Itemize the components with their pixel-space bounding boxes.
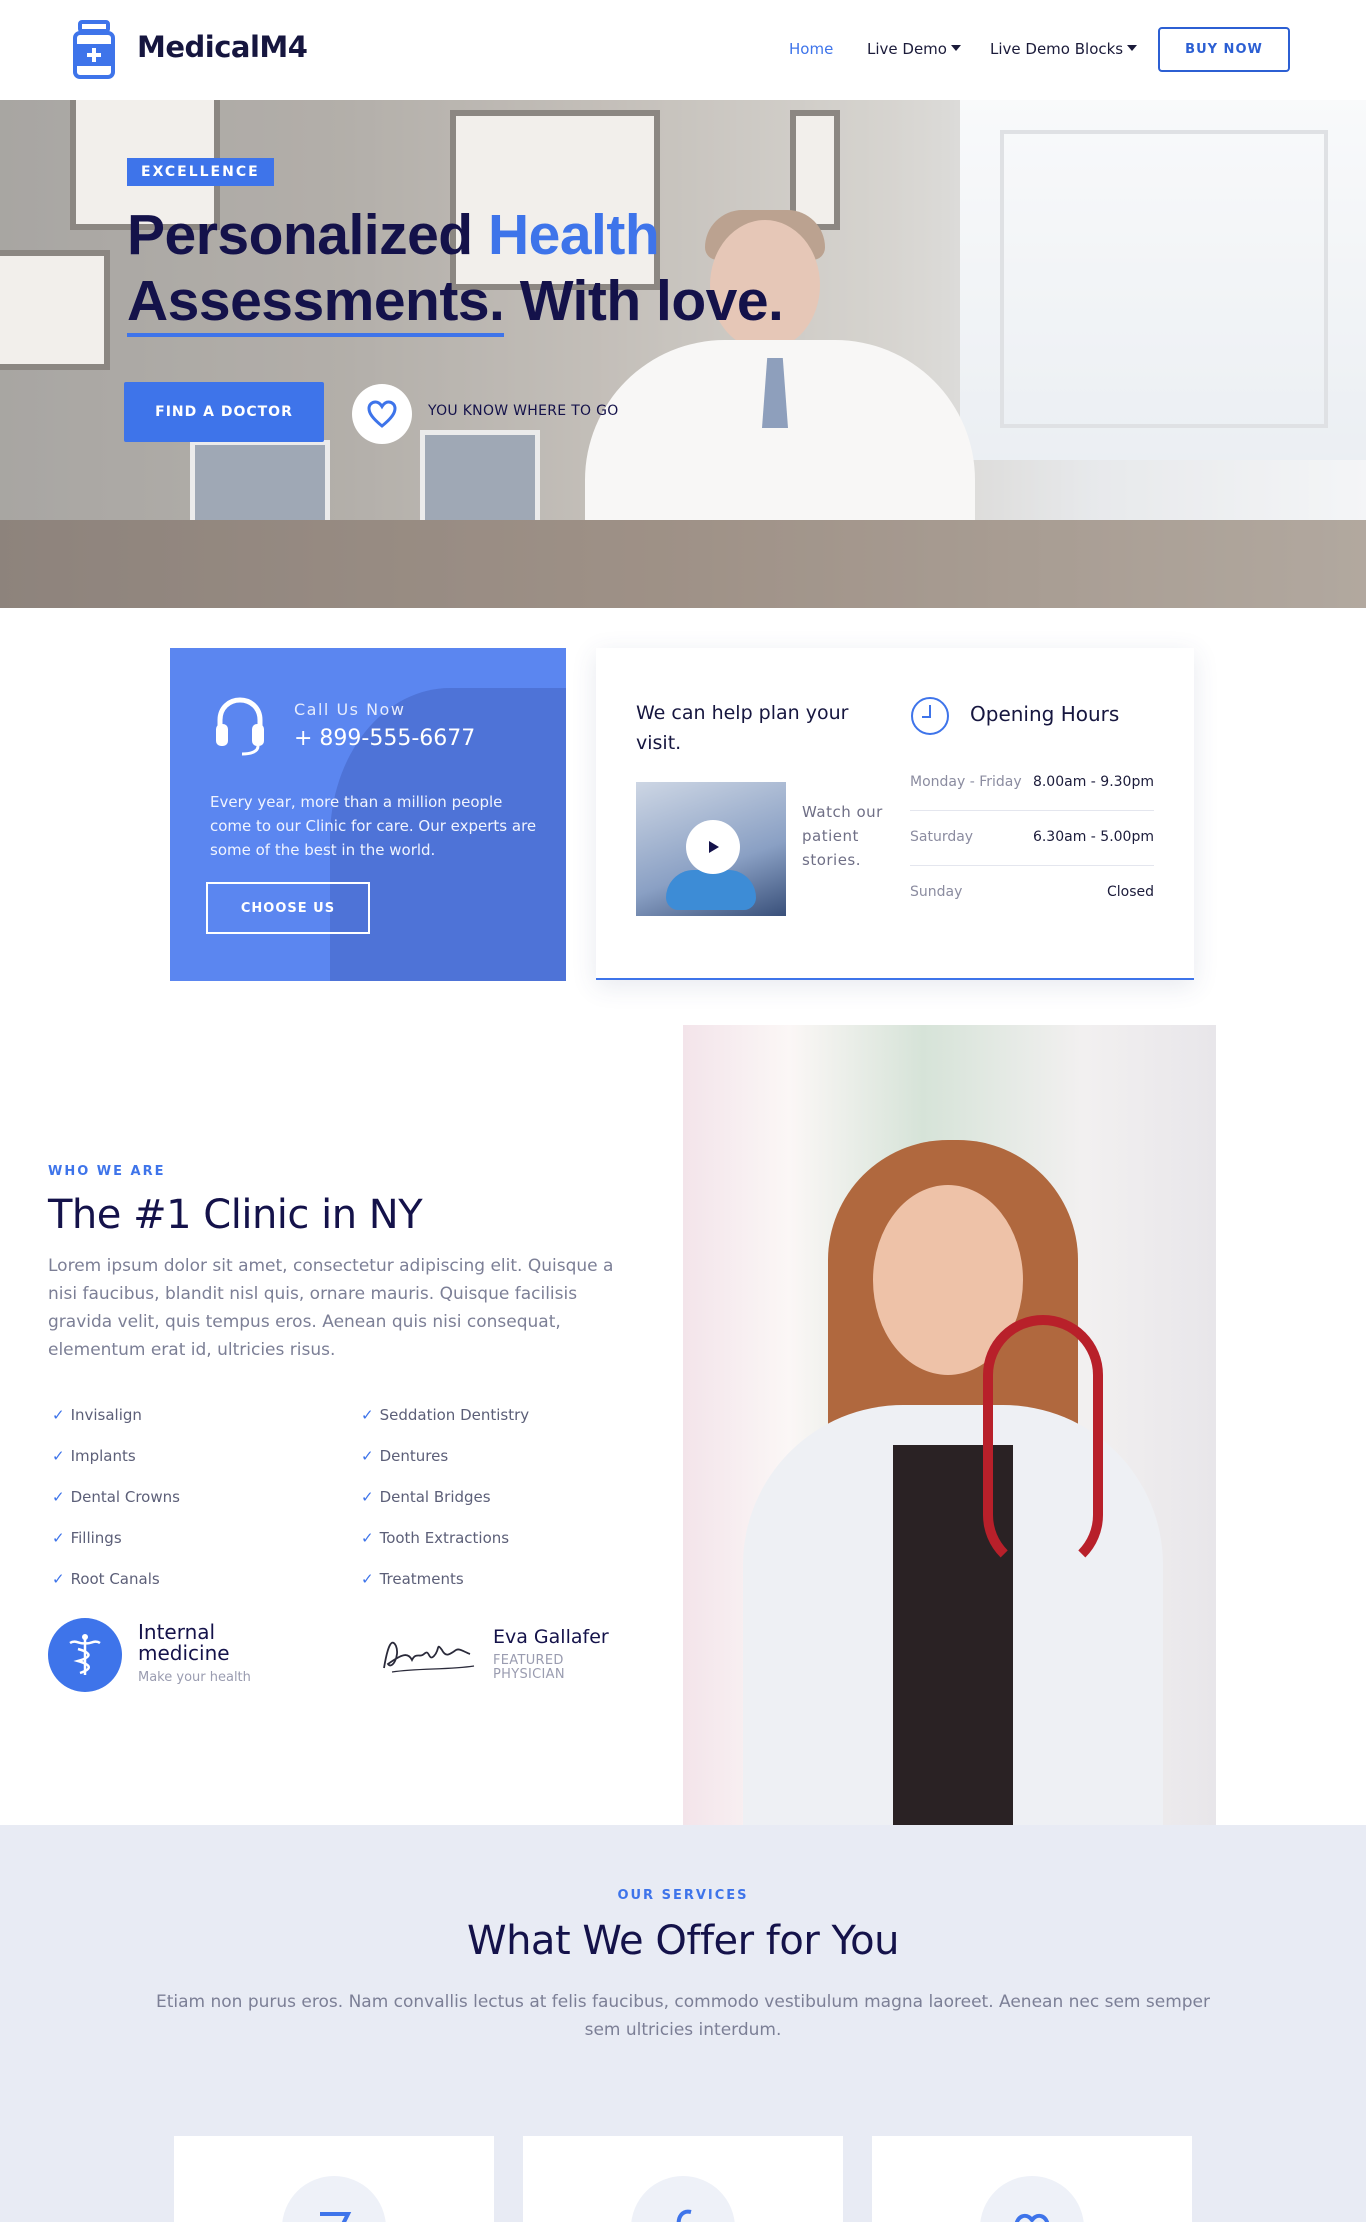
check-icon: ✓: [52, 1488, 65, 1506]
caduceus-badge: [48, 1618, 122, 1692]
hero-title: Personalized Health Assessments. With lo…: [127, 202, 784, 337]
service-name: Invisalign: [70, 1406, 142, 1424]
signature-image: [383, 1641, 475, 1673]
service-icon-circle: [631, 2176, 735, 2222]
call-card-description: Every year, more than a million people c…: [210, 793, 537, 859]
find-a-doctor-button[interactable]: FIND A DOCTOR: [124, 382, 324, 442]
play-button[interactable]: [686, 820, 740, 874]
check-icon: ✓: [361, 1488, 374, 1506]
service-icon-circle: [980, 2176, 1084, 2222]
section-description: Etiam non purus eros. Nam convallis lect…: [155, 1992, 1211, 2040]
buy-now-button[interactable]: BUY NOW: [1158, 27, 1290, 72]
service-name: Dental Crowns: [70, 1488, 180, 1506]
service-name: Root Canals: [70, 1570, 160, 1588]
caret-down-icon: [1127, 45, 1138, 51]
hours-time: 8.00am - 9.30pm: [1032, 774, 1154, 790]
feature-title: Internal medicine: [138, 1620, 230, 1665]
check-icon: ✓: [361, 1406, 374, 1424]
check-icon: ✓: [361, 1447, 374, 1465]
section-label: WHO WE ARE: [48, 1164, 166, 1179]
video-thumbnail-hands: [666, 870, 756, 910]
service-name: Seddation Dentistry: [379, 1406, 530, 1424]
hero-badge: EXCELLENCE: [127, 158, 274, 186]
headset-icon: [216, 697, 264, 756]
service-name: Fillings: [70, 1529, 122, 1547]
brand-name[interactable]: MedicalM4: [137, 30, 308, 64]
call-us-label: Call Us Now: [294, 700, 406, 719]
hours-row: Saturday 6.30am - 5.00pm: [910, 811, 1154, 866]
video-thumbnail[interactable]: [636, 782, 786, 916]
call-us-card: Call Us Now + 899-555-6677 Every year, m…: [170, 648, 566, 981]
hours-time: Closed: [1106, 884, 1154, 900]
service-list-item: ✓ Treatments: [361, 1570, 464, 1588]
check-icon: ✓: [52, 1570, 65, 1588]
hours-row: Sunday Closed: [910, 866, 1154, 921]
feature-subtitle: Make your health: [138, 1670, 251, 1685]
nav-item-live-demo[interactable]: Live Demo: [867, 40, 961, 58]
navbar: MedicalM4 Home Live Demo Live Demo Block…: [0, 0, 1366, 100]
service-card[interactable]: [174, 2136, 494, 2222]
service-list-item: ✓ Seddation Dentistry: [361, 1406, 529, 1424]
hero-tagline: YOU KNOW WHERE TO GO: [428, 403, 619, 419]
plan-visit-card: We can help plan your visit. Watch our p…: [596, 648, 1194, 980]
section-title: What We Offer for You: [467, 1918, 899, 1964]
section-label: OUR SERVICES: [617, 1888, 749, 1903]
check-icon: ✓: [361, 1570, 374, 1588]
service-icon: [676, 2209, 692, 2222]
hours-day: Saturday: [910, 829, 974, 845]
check-icon: ✓: [52, 1529, 65, 1547]
plan-visit-title: We can help plan your visit.: [636, 702, 849, 754]
heart-icon: [1015, 2213, 1049, 2222]
medicine-bottle-icon[interactable]: [72, 20, 116, 80]
watch-stories-text: Watch our patient stories.: [802, 803, 883, 869]
service-name: Tooth Extractions: [379, 1529, 510, 1547]
hero-title-underlined: Assessments.: [127, 269, 505, 337]
heart-button[interactable]: [352, 384, 412, 444]
hero-title-part2: With love.: [504, 269, 784, 333]
service-name: Treatments: [379, 1570, 464, 1588]
service-list-item: ✓ Fillings: [52, 1529, 122, 1547]
service-card[interactable]: [872, 2136, 1192, 2222]
doctor-photo: [683, 1025, 1216, 1825]
choose-us-button[interactable]: CHOOSE US: [206, 882, 370, 934]
service-name: Dental Bridges: [379, 1488, 491, 1506]
service-list-item: ✓ Root Canals: [52, 1570, 160, 1588]
service-icon-circle: [282, 2176, 386, 2222]
nav-item-label: Live Demo: [867, 40, 947, 58]
check-icon: ✓: [52, 1447, 65, 1465]
hero-title-highlight: Health: [487, 203, 660, 267]
service-list-item: ✓ Invisalign: [52, 1406, 142, 1424]
opening-hours-title: Opening Hours: [970, 702, 1120, 726]
service-list-item: ✓ Dental Crowns: [52, 1488, 180, 1506]
service-list-item: ✓ Tooth Extractions: [361, 1529, 509, 1547]
service-card[interactable]: [523, 2136, 843, 2222]
service-icon: [320, 2212, 352, 2222]
physician-role: FEATURED PHYSICIAN: [493, 1653, 565, 1682]
heart-icon: [367, 400, 397, 428]
service-list-item: ✓ Dentures: [361, 1447, 448, 1465]
nav-item-live-demo-blocks[interactable]: Live Demo Blocks: [990, 40, 1138, 58]
service-name: Dentures: [379, 1447, 449, 1465]
section-description: Lorem ipsum dolor sit amet, consectetur …: [48, 1256, 614, 1360]
caret-down-icon: [950, 45, 961, 51]
hours-row: Monday - Friday 8.00am - 9.30pm: [910, 756, 1154, 811]
service-name: Implants: [70, 1447, 136, 1465]
section-title: The #1 Clinic in NY: [48, 1192, 423, 1238]
service-list-item: ✓ Dental Bridges: [361, 1488, 491, 1506]
caduceus-icon: [69, 1634, 101, 1675]
nav-item-label: Live Demo Blocks: [990, 40, 1124, 58]
nav-item-home[interactable]: Home: [789, 40, 833, 58]
hero-title-part1: Personalized: [127, 203, 488, 267]
check-icon: ✓: [361, 1529, 374, 1547]
hours-time: 6.30am - 5.00pm: [1032, 829, 1154, 845]
hours-day: Sunday: [910, 884, 963, 900]
phone-number[interactable]: + 899-555-6677: [294, 726, 475, 751]
stethoscope: [983, 1315, 1103, 1575]
hours-day: Monday - Friday: [910, 774, 1022, 790]
service-list-item: ✓ Implants: [52, 1447, 136, 1465]
play-icon: [709, 841, 719, 853]
physician-name: Eva Gallafer: [493, 1626, 609, 1648]
clock-icon: [911, 697, 949, 735]
check-icon: ✓: [52, 1406, 65, 1424]
